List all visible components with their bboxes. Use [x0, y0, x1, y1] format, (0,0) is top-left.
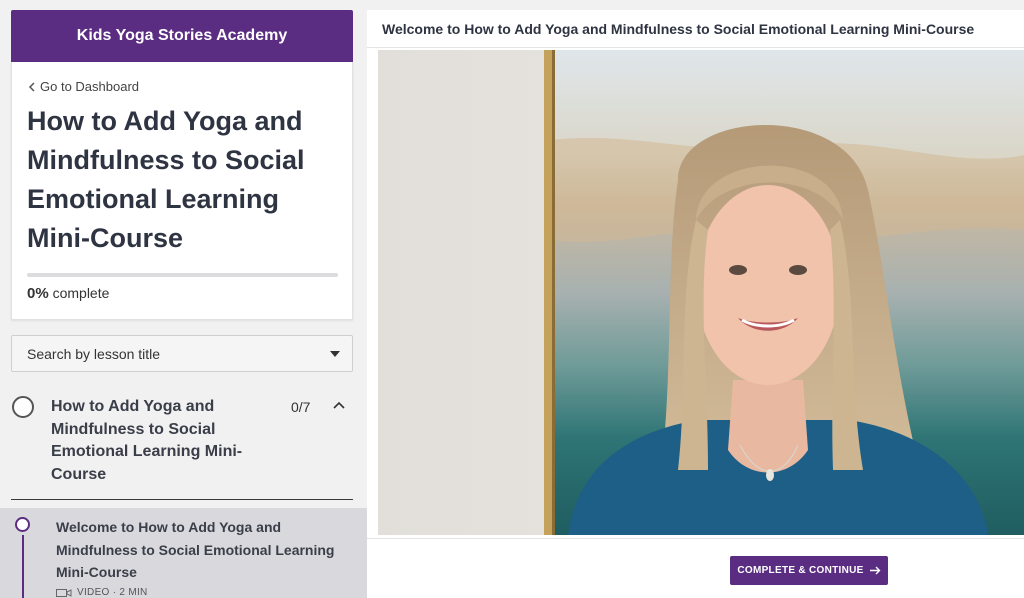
- complete-button-label: COMPLETE & CONTINUE: [737, 565, 864, 576]
- chapter-lesson-count: 0/7: [291, 399, 311, 415]
- progress-bar: [27, 273, 338, 277]
- chapter-status-circle: [12, 396, 34, 418]
- course-card: Go to Dashboard How to Add Yoga and Mind…: [11, 62, 353, 320]
- go-to-dashboard-link[interactable]: Go to Dashboard: [28, 79, 139, 94]
- sidebar: Kids Yoga Stories Academy Go to Dashboar…: [0, 0, 367, 598]
- lesson-meta: VIDEO · 2 MIN: [56, 587, 148, 598]
- lesson-item-title: Welcome to How to Add Yoga and Mindfulne…: [56, 519, 335, 580]
- back-link-label: Go to Dashboard: [40, 79, 140, 94]
- chevron-left-icon: [28, 81, 35, 92]
- lesson-header-title: Welcome to How to Add Yoga and Mindfulne…: [382, 20, 975, 37]
- caret-down-icon: [330, 351, 340, 357]
- lesson-status-circle: [15, 517, 30, 532]
- brand-name: Kids Yoga Stories Academy: [76, 27, 288, 44]
- arrow-right-icon: [869, 566, 881, 575]
- video-frame: [378, 50, 1024, 535]
- chevron-up-icon[interactable]: [333, 400, 345, 412]
- progress-text: 0% complete: [27, 285, 109, 302]
- video-player[interactable]: [378, 50, 1024, 535]
- lesson-search-select[interactable]: Search by lesson title: [11, 335, 353, 372]
- complete-and-continue-button[interactable]: COMPLETE & CONTINUE: [730, 556, 888, 585]
- course-title: How to Add Yoga and Mindfulness to Socia…: [27, 106, 305, 253]
- brand-header[interactable]: Kids Yoga Stories Academy: [11, 10, 353, 62]
- chapter-title: How to Add Yoga and Mindfulness to Socia…: [51, 398, 243, 483]
- lesson-meta-text: VIDEO · 2 MIN: [77, 587, 148, 598]
- search-select-label: Search by lesson title: [27, 345, 161, 362]
- chapter-header[interactable]: How to Add Yoga and Mindfulness to Socia…: [11, 392, 353, 500]
- lesson-connector-line: [22, 535, 24, 598]
- main-content: Welcome to How to Add Yoga and Mindfulne…: [367, 10, 1024, 598]
- video-icon: [56, 588, 72, 597]
- progress-percent: 0%: [27, 285, 49, 302]
- lesson-item-active[interactable]: Welcome to How to Add Yoga and Mindfulne…: [0, 508, 367, 598]
- lesson-header: Welcome to How to Add Yoga and Mindfulne…: [367, 10, 1024, 48]
- lesson-footer: COMPLETE & CONTINUE: [367, 538, 1024, 598]
- progress-suffix: complete: [52, 285, 110, 301]
